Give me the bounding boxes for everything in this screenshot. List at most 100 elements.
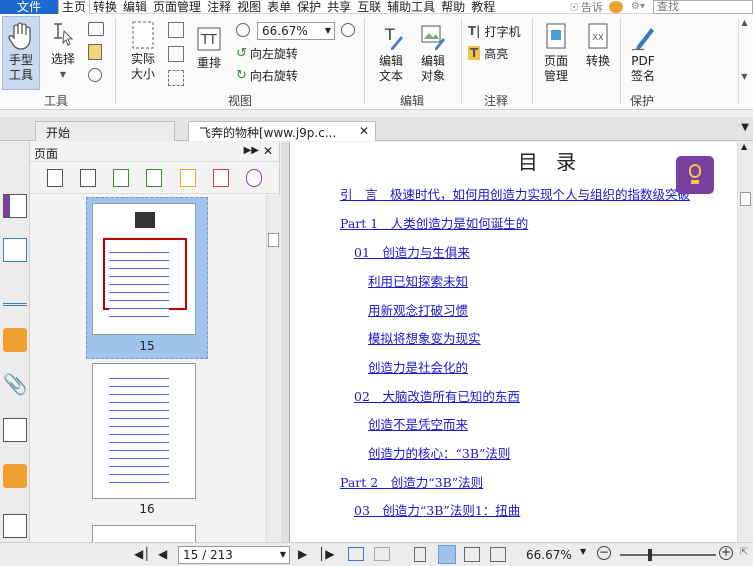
fields-icon[interactable] (3, 514, 27, 538)
facing-view-icon[interactable] (464, 547, 480, 562)
zoom-out-icon[interactable]: − (597, 546, 611, 560)
fit-width-icon[interactable] (168, 46, 184, 62)
select-tool-button[interactable]: 选择 ▼ (46, 20, 80, 82)
thumbnail-page-17[interactable] (92, 525, 196, 542)
toc-entry[interactable]: 用新观念打破习惯 (368, 300, 468, 319)
snapshot-icon[interactable] (88, 22, 104, 36)
edit-text-button[interactable]: T 编辑 文本 (372, 22, 410, 84)
pages-icon[interactable] (3, 238, 27, 262)
pdf-sign-button[interactable]: PDF 签名 (624, 22, 662, 84)
file-menu[interactable]: 文件 (0, 0, 58, 14)
actual-size-button[interactable]: 实际 大小 (124, 20, 162, 82)
document-scrollbar[interactable]: ▲ (737, 142, 753, 542)
zoom-thumb-icon[interactable] (46, 168, 63, 187)
menu-protect[interactable]: 保护 (294, 0, 324, 14)
scroll-thumb[interactable] (268, 233, 279, 247)
menu-page-manage[interactable]: 页面管理 (150, 0, 204, 14)
extract-page-icon[interactable] (146, 168, 163, 187)
menu-accessibility[interactable]: 辅助工具 (384, 0, 438, 14)
menu-home[interactable]: 主页 (58, 0, 91, 14)
zoom-in-icon[interactable] (341, 23, 355, 37)
menu-form[interactable]: 表单 (264, 0, 294, 14)
clipboard-icon[interactable] (88, 44, 102, 60)
lock-icon[interactable] (3, 464, 27, 488)
add-page-icon[interactable] (179, 168, 196, 187)
menu-help[interactable]: 帮助 (438, 0, 468, 14)
search-input[interactable] (653, 0, 753, 14)
toc-entry[interactable]: 创造力是社会化的 (368, 357, 468, 376)
menu-share[interactable]: 共享 (324, 0, 354, 14)
tab-document[interactable]: 飞奔的物种[www.j9p.c... ✕ (188, 121, 376, 141)
zoom-in-icon[interactable]: + (719, 546, 733, 560)
reflow-button[interactable]: TT 重排 (192, 24, 226, 71)
reduce-thumb-icon[interactable] (79, 168, 96, 187)
zoom-select[interactable]: 66.67% ▼ (257, 22, 335, 40)
toc-entry[interactable]: 创造不是凭空而来 (368, 414, 468, 433)
rotate-right-button[interactable]: ↻ 向右旋转 (236, 66, 298, 84)
close-icon[interactable]: ✕ (263, 144, 273, 158)
toc-entry[interactable]: 02 大脑改造所有已知的东西 (354, 386, 520, 405)
delete-page-icon[interactable] (213, 168, 230, 187)
previous-view-icon[interactable] (348, 547, 364, 561)
highlight-button[interactable]: T 高亮 (468, 44, 508, 62)
menu-annotate[interactable]: 注释 (204, 0, 234, 14)
toc-entry[interactable]: 创造力的核心：“3B”法则 (368, 443, 510, 462)
zoom-slider-handle[interactable] (648, 549, 652, 561)
ribbon-scroll-icon[interactable]: ▲ ▼ (738, 18, 750, 104)
lightbulb-icon[interactable]: ☉ (569, 1, 579, 14)
toc-entry[interactable]: 03 创造力“3B”法则1：扭曲 (354, 500, 520, 519)
signature-panel-icon[interactable] (3, 418, 27, 442)
layers-icon[interactable] (3, 282, 27, 306)
toc-entry[interactable]: 利用已知探索未知 (368, 271, 468, 290)
tab-menu-icon[interactable]: ▼ (741, 122, 749, 133)
thumbnail-scrollbar[interactable] (266, 195, 280, 542)
next-view-icon[interactable] (374, 547, 390, 561)
toc-entry[interactable]: Part 2 创造力“3B”法则 (340, 472, 483, 491)
fit-page-icon[interactable] (168, 22, 184, 38)
menu-tutorial[interactable]: 教程 (468, 0, 498, 14)
page-properties-icon[interactable] (246, 168, 263, 187)
next-page-icon[interactable]: ▶ (298, 547, 307, 561)
menu-connect[interactable]: 互联 (354, 0, 384, 14)
tell-me[interactable]: 告诉 (581, 0, 603, 15)
typewriter-button[interactable]: T| 打字机 (468, 22, 521, 40)
menu-convert[interactable]: 转换 (90, 0, 120, 14)
convert-button[interactable]: XX 转换 (580, 22, 616, 69)
toc-entry[interactable]: 模拟将想象变为现实 (368, 328, 481, 347)
fit-visible-icon[interactable] (168, 70, 184, 86)
lightbulb-icon[interactable] (676, 156, 714, 194)
tab-start[interactable]: 开始 (35, 121, 175, 141)
menu-edit[interactable]: 编辑 (120, 0, 150, 14)
last-page-icon[interactable]: │▶ (318, 547, 334, 561)
attachment-icon[interactable]: 📎 (3, 372, 28, 396)
panel-splitter[interactable] (281, 142, 289, 542)
thumbnail-page-16[interactable] (92, 363, 196, 499)
zoom-tool-icon[interactable] (88, 68, 102, 82)
first-page-icon[interactable]: ◀│ (134, 547, 150, 561)
continuous-facing-view-icon[interactable] (490, 547, 506, 562)
edit-object-button[interactable]: 编辑 对象 (412, 22, 454, 84)
resize-grip-icon[interactable]: ⇱ (740, 547, 748, 558)
comments-icon[interactable] (3, 328, 27, 352)
rotate-left-button[interactable]: ↺ 向左旋转 (236, 44, 298, 62)
page-number-input[interactable]: 15 / 213 ▼ (178, 546, 290, 564)
toc-entry[interactable]: Part 1 人类创造力是如何诞生的 (340, 213, 528, 232)
heart-icon[interactable] (609, 1, 623, 13)
insert-page-icon[interactable] (113, 168, 130, 187)
toc-entry[interactable]: 01 创造力与生俱来 (354, 242, 470, 261)
zoom-out-icon[interactable] (236, 23, 250, 37)
search-filter-icon[interactable]: ⚙▾ (631, 1, 653, 13)
scroll-up-icon[interactable]: ▲ (741, 142, 747, 151)
page-manage-button[interactable]: 页面 管理 (536, 22, 576, 84)
hand-tool-button[interactable]: 手型 工具 (2, 16, 40, 90)
bookmark-icon[interactable] (3, 194, 27, 218)
scroll-thumb[interactable] (740, 192, 751, 206)
single-page-view-icon[interactable] (414, 547, 426, 562)
toc-entry[interactable]: 引 言 极速时代，如何用创造力实现个人与组织的指数级突破 (340, 184, 690, 203)
menu-view[interactable]: 视图 (234, 0, 264, 14)
thumbnail-page-15[interactable] (92, 203, 196, 335)
zoom-slider[interactable] (620, 549, 716, 561)
panel-collapse-icon[interactable]: ▶▶ (244, 145, 259, 156)
zoom-dropdown-icon[interactable]: ▼ (580, 547, 586, 556)
prev-page-icon[interactable]: ◀ (158, 547, 167, 561)
